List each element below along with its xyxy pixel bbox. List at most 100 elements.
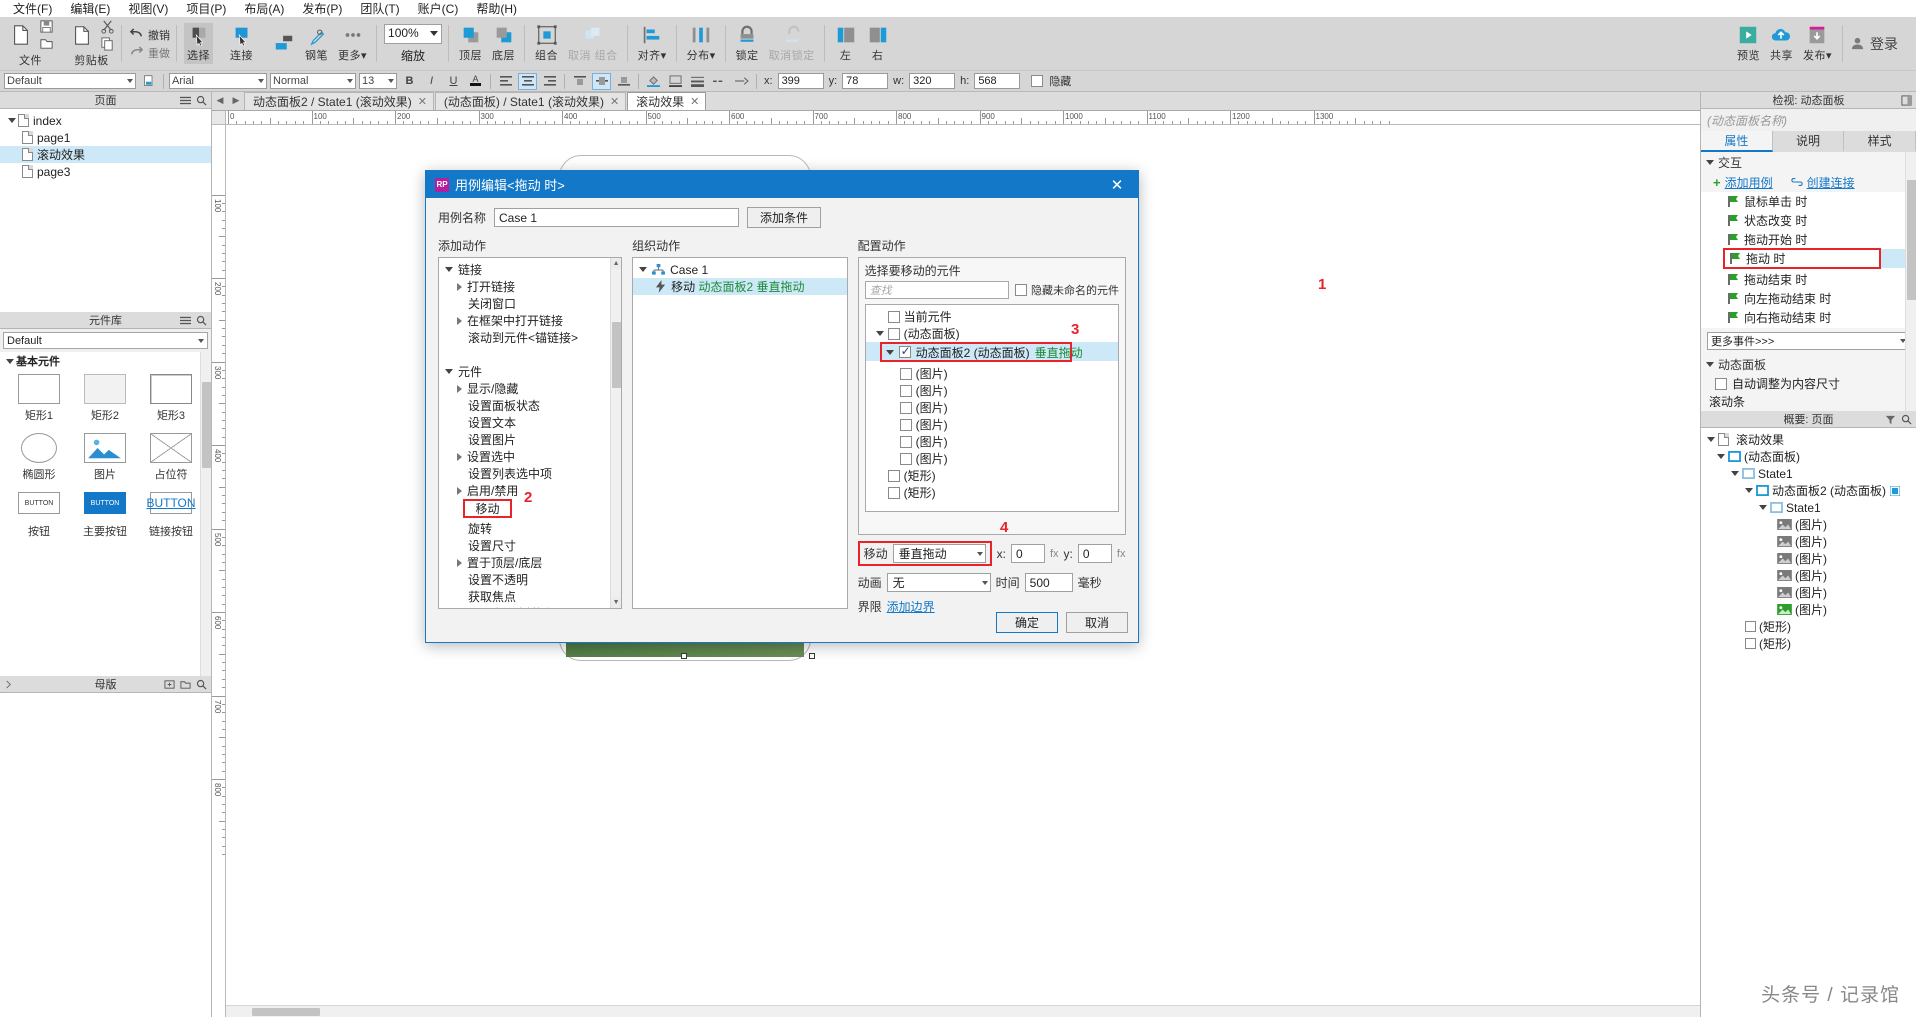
action-expand-collapse-tree[interactable]: 展开/折叠树节点 <box>439 605 621 608</box>
undo-button[interactable]: 撤销 <box>129 27 170 43</box>
library-item-image[interactable]: 图片 <box>72 433 138 482</box>
library-select[interactable]: Default <box>3 332 208 349</box>
tab-properties[interactable]: 属性 <box>1701 131 1773 152</box>
search-icon[interactable] <box>196 315 207 326</box>
widget-checkbox[interactable] <box>887 486 900 499</box>
event-row-state-change[interactable]: 状态改变 时 <box>1701 211 1916 230</box>
line-style-button[interactable] <box>710 73 729 90</box>
lock-button[interactable]: 锁定 <box>733 23 762 64</box>
add-folder-icon[interactable] <box>180 679 191 690</box>
pages-menu-icon[interactable] <box>180 95 191 106</box>
paste-button[interactable] <box>68 23 96 47</box>
bold-button[interactable]: B <box>400 73 419 90</box>
underline-button[interactable]: U <box>444 73 463 90</box>
auto-fit-checkbox[interactable]: 自动调整为内容尺寸 <box>1701 374 1916 393</box>
library-item-rect1[interactable]: 矩形1 <box>6 374 72 423</box>
widget-checkbox[interactable] <box>899 418 912 431</box>
action-open-link[interactable]: 打开链接 <box>439 278 621 295</box>
close-icon[interactable]: ✕ <box>1096 171 1138 198</box>
outline-root[interactable]: 滚动效果 <box>1701 431 1916 448</box>
event-row-drag-end[interactable]: 拖动结束 时 <box>1701 270 1916 289</box>
align-button[interactable]: 对齐▾ <box>635 23 670 64</box>
move-mode-select[interactable]: 垂直拖动 <box>892 544 986 563</box>
selection-handle[interactable] <box>681 653 687 659</box>
widget-row-image-1[interactable]: (图片) <box>866 365 1118 382</box>
event-row-load[interactable]: 载入 时 <box>1701 327 1916 328</box>
widget-tree[interactable]: 当前元件 (动态面板) ✓ 动态面板2 (动态面板) 垂直拖动 (图片) (图片… <box>864 304 1119 512</box>
outline-item-image-6[interactable]: (图片) <box>1701 601 1916 618</box>
distribute-button[interactable]: 分布▾ <box>684 23 719 64</box>
outline-item-image-5[interactable]: (图片) <box>1701 584 1916 601</box>
y-input[interactable]: 78 <box>842 73 889 89</box>
widget-row-dynamic-panel2[interactable]: 动态面板2 (动态面板) 垂直拖动 <box>879 342 1083 362</box>
case-editor-dialog[interactable]: RP 用例编辑<拖动 时> ✕ 用例名称 Case 1 添加条件 添加动作 链接 <box>425 170 1139 643</box>
group-button[interactable]: 组合 <box>532 23 561 64</box>
publish-button[interactable]: 发布▾ <box>1800 23 1835 64</box>
library-item-primary-button[interactable]: BUTTON 主要按钮 <box>72 492 138 539</box>
widget-row-dynamic-panel[interactable]: (动态面板) <box>866 325 1118 342</box>
add-master-icon[interactable] <box>164 679 175 690</box>
valign-middle-button[interactable] <box>592 72 611 90</box>
widget-row-image-3[interactable]: (图片) <box>866 399 1118 416</box>
send-to-back-button[interactable]: 底层 <box>489 23 518 64</box>
select-tool-button[interactable]: 选择 <box>184 23 213 64</box>
menu-item-publish[interactable]: 发布(P) <box>293 0 351 18</box>
align-right-button[interactable] <box>540 73 559 90</box>
library-item-rect3[interactable]: 矩形3 <box>138 374 204 423</box>
scroll-down-button[interactable]: ▼ <box>611 597 622 608</box>
move-x-fx-button[interactable]: fx <box>1050 548 1059 560</box>
move-y-input[interactable]: 0 <box>1077 544 1112 563</box>
share-button[interactable]: 共享 <box>1767 23 1796 64</box>
page-node-page3[interactable]: page3 <box>0 163 211 180</box>
outline-item-image-3[interactable]: (图片) <box>1701 550 1916 567</box>
unlock-button[interactable]: 取消锁定 <box>766 23 818 64</box>
add-condition-button[interactable]: 添加条件 <box>747 207 822 228</box>
outline-item-rect-2[interactable]: (矩形) <box>1701 635 1916 652</box>
action-set-panel-state[interactable]: 设置面板状态 <box>439 397 621 414</box>
outline-item-rect-1[interactable]: (矩形) <box>1701 618 1916 635</box>
page-node-index[interactable]: index <box>0 112 211 129</box>
twisty-down-icon[interactable] <box>445 369 453 374</box>
tab-notes[interactable]: 说明 <box>1773 131 1845 152</box>
widget-row-image-2[interactable]: (图片) <box>866 382 1118 399</box>
save-icon[interactable] <box>39 19 54 34</box>
valign-top-button[interactable] <box>570 73 589 90</box>
redo-button[interactable]: 重做 <box>129 45 170 61</box>
action-group-widget[interactable]: 元件 <box>439 363 621 380</box>
twisty-down-icon[interactable] <box>445 267 453 272</box>
outline-item-image-4[interactable]: (图片) <box>1701 567 1916 584</box>
menu-item-edit[interactable]: 编辑(E) <box>61 0 119 18</box>
more-tools-button[interactable]: 更多▾ <box>335 23 370 64</box>
width-input[interactable]: 320 <box>909 73 956 89</box>
action-set-focus[interactable]: 获取焦点 <box>439 588 621 605</box>
shape-tool-button[interactable] <box>270 32 298 56</box>
action-rotate[interactable]: 旋转 <box>439 520 621 537</box>
outline-item-image-1[interactable]: (图片) <box>1701 516 1916 533</box>
outline-tree[interactable]: 滚动效果 (动态面板) State1 动态面板2 (动态面板) State1 (… <box>1701 428 1916 1017</box>
widget-checkbox[interactable] <box>898 344 911 358</box>
close-icon[interactable]: ✕ <box>610 95 619 108</box>
organize-action-row-move[interactable]: 移动 动态面板2 垂直拖动 <box>633 278 847 295</box>
action-move[interactable]: 移动 <box>463 499 512 518</box>
cancel-button[interactable]: 取消 <box>1066 612 1128 633</box>
page-node-scroll-effect[interactable]: 滚动效果 <box>0 146 211 163</box>
library-item-ellipse[interactable]: 椭圆形 <box>6 433 72 482</box>
action-set-opacity[interactable]: 设置不透明 <box>439 571 621 588</box>
connect-tool-button[interactable]: 连接 <box>227 23 256 64</box>
border-width-button[interactable] <box>688 73 707 90</box>
outline-item-dynamic-panel[interactable]: (动态面板) <box>1701 448 1916 465</box>
twisty-right-icon[interactable] <box>457 452 462 461</box>
twisty-right-icon[interactable] <box>457 316 462 325</box>
style-manager-button[interactable] <box>139 73 158 90</box>
move-x-input[interactable]: 0 <box>1010 544 1045 563</box>
case-name-input[interactable]: Case 1 <box>494 208 740 227</box>
menu-item-file[interactable]: 文件(F) <box>4 0 61 18</box>
bring-to-front-button[interactable]: 顶层 <box>456 23 485 64</box>
library-menu-icon[interactable] <box>180 315 191 326</box>
font-weight-select[interactable]: Normal <box>270 73 356 89</box>
create-link-button[interactable]: 创建连接 <box>1790 174 1855 191</box>
search-icon[interactable] <box>196 95 207 106</box>
widget-row-image-5[interactable]: (图片) <box>866 433 1118 450</box>
menu-item-team[interactable]: 团队(T) <box>351 0 408 18</box>
library-category[interactable]: 基本元件 <box>0 352 211 370</box>
